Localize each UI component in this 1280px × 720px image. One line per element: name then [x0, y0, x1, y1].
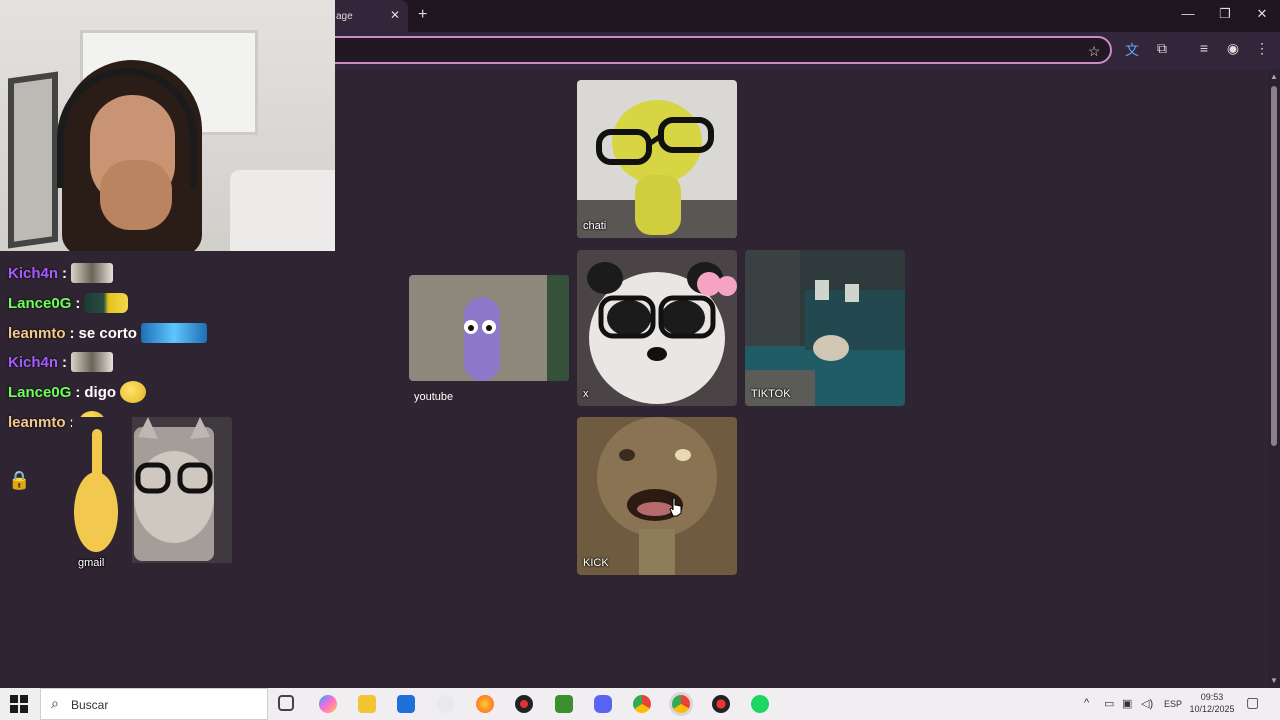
- tile-label: KICK: [583, 557, 609, 569]
- language-indicator[interactable]: ESP: [1164, 699, 1182, 709]
- taskbar-clock[interactable]: 09:53 10/12/2025: [1186, 691, 1238, 715]
- tile-label: gmail: [78, 557, 105, 569]
- microsoft-store-icon[interactable]: [397, 695, 415, 713]
- emote-image: [71, 352, 114, 372]
- restore-button[interactable]: ❐: [1215, 6, 1235, 22]
- windows-start-icon[interactable]: [10, 695, 28, 713]
- chrome-icon[interactable]: [633, 695, 651, 713]
- chat-username: Kich4n: [8, 264, 59, 282]
- page-scrollbar[interactable]: ▲ ▼: [1268, 70, 1280, 688]
- tile-gmail[interactable]: gmail: [72, 417, 232, 575]
- emote-image: [71, 263, 114, 283]
- tile-label: x: [583, 388, 589, 400]
- search-icon: ⌕: [51, 695, 59, 711]
- word-app-icon[interactable]: [437, 695, 455, 713]
- search-placeholder: Buscar: [71, 698, 109, 712]
- clock-time: 09:53: [1200, 692, 1224, 702]
- emote-image: [120, 381, 147, 403]
- media-controls-icon[interactable]: ≡: [1194, 40, 1214, 56]
- tab-close-icon[interactable]: ✕: [390, 8, 400, 22]
- chat-line: Lance0G :: [8, 292, 129, 314]
- scroll-thumb[interactable]: [1271, 86, 1277, 446]
- device-icon[interactable]: ▭: [1104, 697, 1114, 710]
- webcam-bed: [230, 170, 335, 251]
- translate-icon[interactable]: 文: [1122, 40, 1142, 60]
- discord-icon[interactable]: [594, 695, 612, 713]
- chat-username: leanmto: [8, 324, 66, 342]
- tile-chati[interactable]: chati: [577, 80, 737, 238]
- lock-icon: 🔒: [8, 470, 31, 490]
- tile-kick[interactable]: KICK: [577, 417, 737, 575]
- bookmark-star-icon[interactable]: ☆: [1084, 43, 1104, 60]
- volume-icon[interactable]: ◁): [1141, 697, 1153, 710]
- scroll-down-arrow-icon[interactable]: ▼: [1270, 676, 1278, 685]
- chati-image: [577, 80, 737, 238]
- obs-icon[interactable]: [712, 695, 730, 713]
- browser-tab[interactable]: age ✕: [330, 0, 408, 32]
- chat-separator: :: [62, 264, 68, 282]
- chat-line: Lance0G : digo: [8, 381, 147, 403]
- spotify-icon[interactable]: [751, 695, 769, 713]
- tiktok-image: [745, 250, 905, 406]
- network-icon[interactable]: ▣: [1122, 697, 1132, 710]
- taskbar-search[interactable]: ⌕ Buscar: [40, 688, 268, 720]
- windows-taskbar: ⌕ Buscar ^ ▭ ▣ ◁) ESP 09:53 10/12/2025 ▢: [0, 688, 1280, 720]
- minecraft-icon[interactable]: [555, 695, 573, 713]
- chat-message: digo: [84, 383, 117, 401]
- profile-icon[interactable]: ◉: [1223, 40, 1243, 57]
- scroll-up-arrow-icon[interactable]: ▲: [1270, 72, 1278, 81]
- x-image: [577, 250, 737, 406]
- hand-cursor-icon: [669, 497, 682, 517]
- chat-username: Lance0G: [8, 383, 72, 401]
- chat-separator: :: [62, 353, 68, 371]
- tile-label: chati: [583, 220, 607, 232]
- tile-x[interactable]: x: [577, 250, 737, 406]
- copilot-icon[interactable]: [319, 695, 337, 713]
- clock-date: 10/12/2025: [1189, 704, 1235, 714]
- webcam-overlay: [0, 0, 335, 251]
- close-window-button[interactable]: ✕: [1252, 6, 1272, 22]
- tile-label: youtube: [414, 391, 454, 403]
- minimize-button[interactable]: —: [1178, 6, 1198, 21]
- webcam-mirror: [8, 71, 58, 249]
- emote-image: [140, 323, 207, 343]
- gmail-image: [72, 417, 232, 575]
- tile-label: TIKTOK: [751, 388, 791, 400]
- chat-separator: :: [75, 383, 81, 401]
- menu-icon[interactable]: ⋮: [1252, 40, 1272, 57]
- youtube-image: [409, 275, 569, 381]
- chat-separator: :: [69, 324, 75, 342]
- new-tab-button[interactable]: +: [418, 6, 427, 24]
- tray-overflow-icon[interactable]: ^: [1084, 697, 1089, 709]
- extensions-icon[interactable]: ⧉: [1152, 40, 1172, 57]
- sun-app-icon[interactable]: [476, 695, 494, 713]
- emote-image: [84, 293, 129, 313]
- tile-youtube[interactable]: [409, 275, 569, 381]
- chat-separator: :: [75, 294, 81, 312]
- notification-icon[interactable]: ▢: [1246, 694, 1259, 711]
- chat-username: Kich4n: [8, 353, 59, 371]
- tile-tiktok[interactable]: TIKTOK: [745, 250, 905, 406]
- address-bar[interactable]: ☆: [300, 36, 1112, 64]
- record-app-icon[interactable]: [515, 695, 533, 713]
- chrome-active-icon[interactable]: [672, 695, 690, 713]
- chat-line: leanmto : se corto: [8, 322, 207, 344]
- chat-line: Kich4n :: [8, 262, 114, 284]
- chat-message: se corto: [78, 324, 137, 342]
- chat-username: Lance0G: [8, 294, 72, 312]
- task-view-icon[interactable]: [278, 695, 294, 711]
- kick-image: [577, 417, 737, 575]
- chat-username: leanmto: [8, 413, 66, 431]
- chat-line: Kich4n :: [8, 351, 114, 373]
- tab-title: age: [336, 11, 353, 22]
- file-explorer-icon[interactable]: [358, 695, 376, 713]
- streamer-hand: [100, 160, 172, 230]
